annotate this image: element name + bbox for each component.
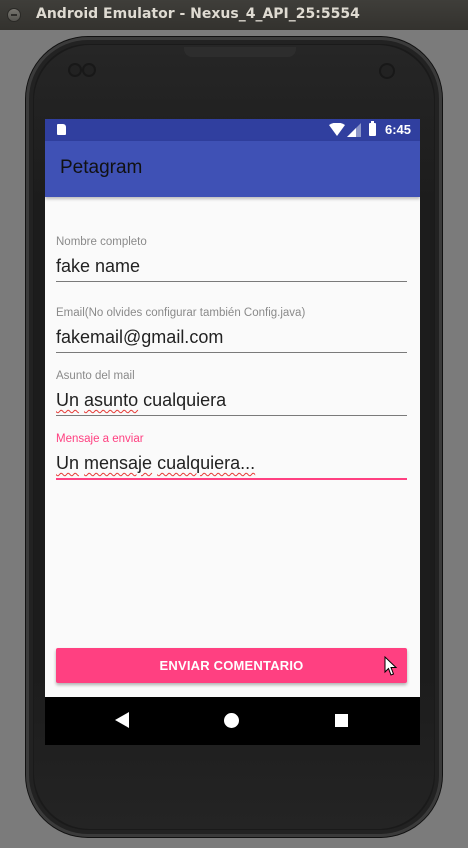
subject-word: cualquiera xyxy=(143,390,227,410)
message-label: Mensaje a enviar xyxy=(56,433,144,445)
back-icon[interactable] xyxy=(115,712,129,728)
name-field[interactable]: Nombre completo fake name xyxy=(56,236,407,282)
email-label: Email(No olvides configurar también Conf… xyxy=(56,307,306,319)
home-icon[interactable] xyxy=(224,713,239,728)
sd-card-icon xyxy=(57,124,66,135)
navigation-bar xyxy=(45,697,420,745)
status-time: 6:45 xyxy=(385,122,412,137)
device-screen: 6:45 Petagram Nombre completo fake name … xyxy=(45,119,420,745)
mouse-cursor-icon xyxy=(384,656,398,676)
message-field[interactable]: Mensaje a enviar Un mensaje cualquiera..… xyxy=(56,433,407,480)
battery-icon xyxy=(369,121,376,136)
message-word: mensaje xyxy=(84,453,153,473)
subject-word: Un xyxy=(56,390,80,410)
email-input[interactable]: fakemail@gmail.com xyxy=(56,327,407,351)
subject-input[interactable]: Un asunto cualquiera xyxy=(56,390,407,414)
subject-label: Asunto del mail xyxy=(56,370,135,382)
sensor-icon xyxy=(84,65,94,75)
recents-icon[interactable] xyxy=(335,714,348,727)
message-word: cualquiera... xyxy=(157,453,256,473)
subject-word: asunto xyxy=(84,390,139,410)
status-bar: 6:45 xyxy=(45,119,420,141)
name-label: Nombre completo xyxy=(56,236,147,248)
speaker-icon xyxy=(184,47,296,57)
name-input[interactable]: fake name xyxy=(56,256,407,280)
message-input[interactable]: Un mensaje cualquiera... xyxy=(56,453,407,477)
app-toolbar: Petagram xyxy=(45,141,420,197)
email-field[interactable]: Email(No olvides configurar también Conf… xyxy=(56,307,407,353)
front-camera-icon xyxy=(381,65,393,77)
window-titlebar: Android Emulator - Nexus_4_API_25:5554 xyxy=(0,0,468,30)
signal-icon xyxy=(347,123,361,137)
name-underline xyxy=(56,281,407,282)
window-close-icon[interactable] xyxy=(7,8,21,22)
window-title: Android Emulator - Nexus_4_API_25:5554 xyxy=(36,6,360,22)
subject-underline xyxy=(56,415,407,416)
email-underline xyxy=(56,352,407,353)
send-comment-button[interactable]: ENVIAR COMENTARIO xyxy=(56,648,407,683)
message-word: Un xyxy=(56,453,80,473)
app-title: Petagram xyxy=(60,157,143,178)
message-underline xyxy=(56,478,407,480)
wifi-icon xyxy=(329,123,345,136)
subject-field[interactable]: Asunto del mail Un asunto cualquiera xyxy=(56,370,407,416)
sensor-icon xyxy=(70,65,80,75)
